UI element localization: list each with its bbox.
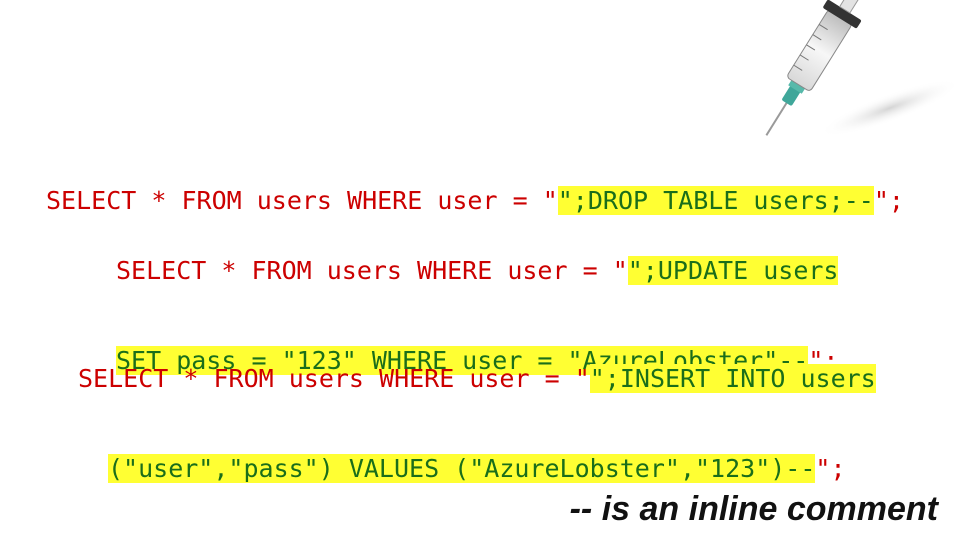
sql-line: ("user","pass") VALUES ("AzureLobster","… (78, 454, 876, 484)
sql-line: SELECT * FROM users WHERE user = "";UPDA… (116, 256, 839, 286)
caption-text: -- is an inline comment (569, 490, 938, 528)
sql-query-text: SELECT * FROM users WHERE user = " (116, 256, 628, 285)
slide: SELECT * FROM users WHERE user = "";DROP… (0, 0, 960, 540)
sql-query-text: SELECT * FROM users WHERE user = " (78, 364, 590, 393)
injected-payload: ("user","pass") VALUES ("AzureLobster","… (108, 454, 816, 483)
sql-query-text: "; (873, 186, 904, 215)
sql-line: SELECT * FROM users WHERE user = "";INSE… (78, 364, 876, 394)
injected-payload: ";UPDATE users (627, 256, 839, 285)
sql-query-text: "; (815, 454, 846, 483)
injected-payload: ";INSERT INTO users (589, 364, 876, 393)
